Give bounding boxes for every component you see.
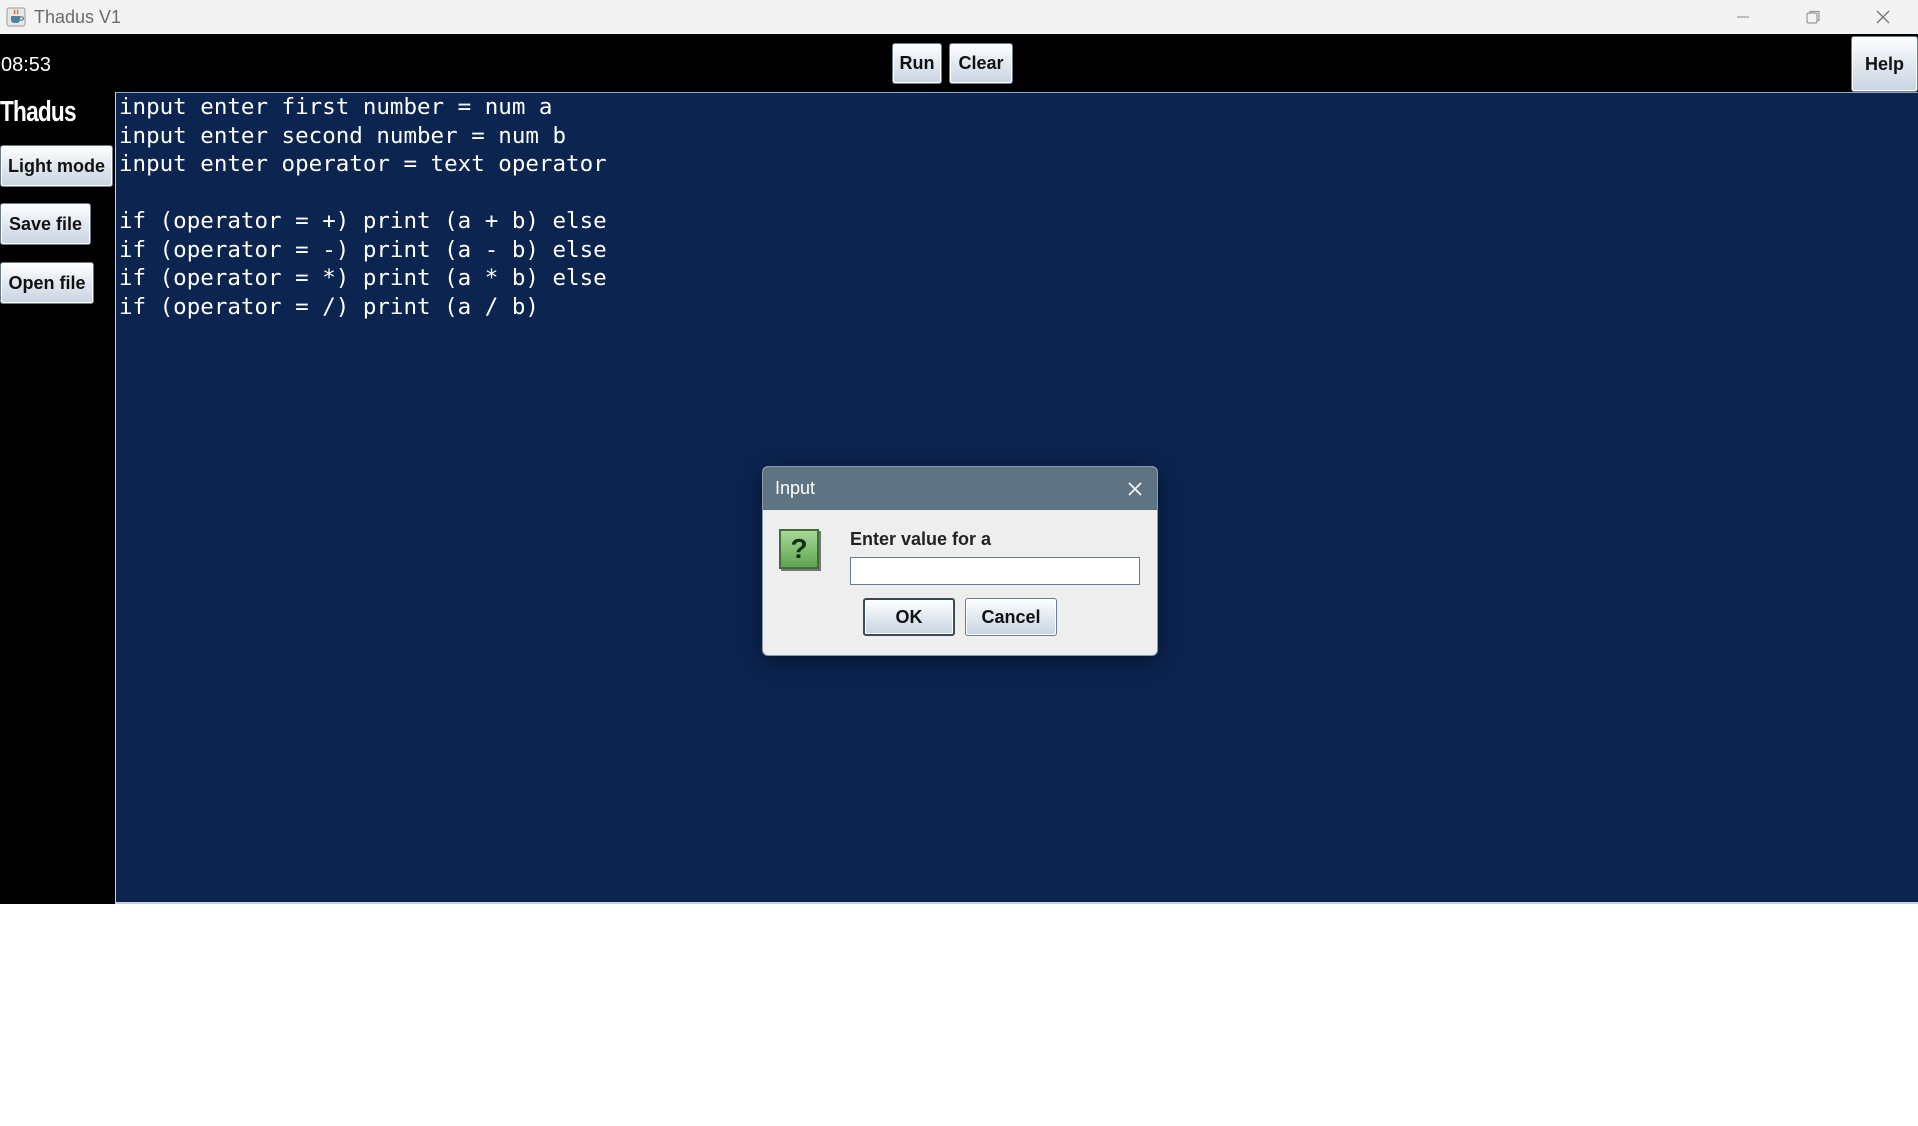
window-title-bar: Thadus V1 — [0, 0, 1918, 34]
restore-button[interactable] — [1778, 0, 1848, 34]
dialog-message: Enter value for a — [850, 529, 992, 549]
code-line: input enter operator = text operator — [119, 151, 607, 177]
value-input[interactable] — [850, 557, 1140, 585]
question-icon: ? — [779, 529, 819, 569]
close-icon — [1128, 482, 1142, 496]
dialog-title-bar[interactable]: Input — [763, 467, 1157, 510]
dialog-title: Input — [775, 478, 816, 498]
cancel-button[interactable]: Cancel — [965, 598, 1057, 636]
code-line: if (operator = -) print (a - b) else — [119, 236, 607, 263]
run-button[interactable]: Run — [892, 43, 942, 84]
ok-button[interactable]: OK — [863, 598, 955, 636]
code-line: if (operator = +) print (a + b) else — [119, 208, 607, 234]
code-line: input enter second number = num b — [119, 122, 567, 149]
java-coffee-icon — [6, 7, 26, 27]
close-window-button[interactable] — [1848, 0, 1918, 34]
minimize-button[interactable] — [1708, 0, 1778, 34]
open-file-button[interactable]: Open file — [0, 262, 94, 304]
restore-icon — [1806, 10, 1820, 24]
window-title: Thadus V1 — [34, 6, 122, 27]
clear-button[interactable]: Clear — [949, 43, 1013, 84]
brand-title: Thadus — [0, 96, 77, 128]
dialog-close-button[interactable] — [1125, 479, 1145, 499]
save-file-button[interactable]: Save file — [0, 203, 91, 245]
code-line: if (operator = *) print (a * b) else — [119, 265, 607, 291]
code-line: if (operator = /) print (a / b) — [119, 293, 539, 320]
minimize-icon — [1737, 16, 1749, 18]
clock: 08:53 — [1, 54, 52, 76]
close-icon — [1876, 10, 1890, 24]
help-button[interactable]: Help — [1851, 36, 1918, 92]
input-dialog: Input ? Enter value for a OK Cancel — [762, 466, 1158, 656]
light-mode-button[interactable]: Light mode — [0, 145, 113, 187]
code-line: input enter first number = num a — [119, 94, 553, 120]
